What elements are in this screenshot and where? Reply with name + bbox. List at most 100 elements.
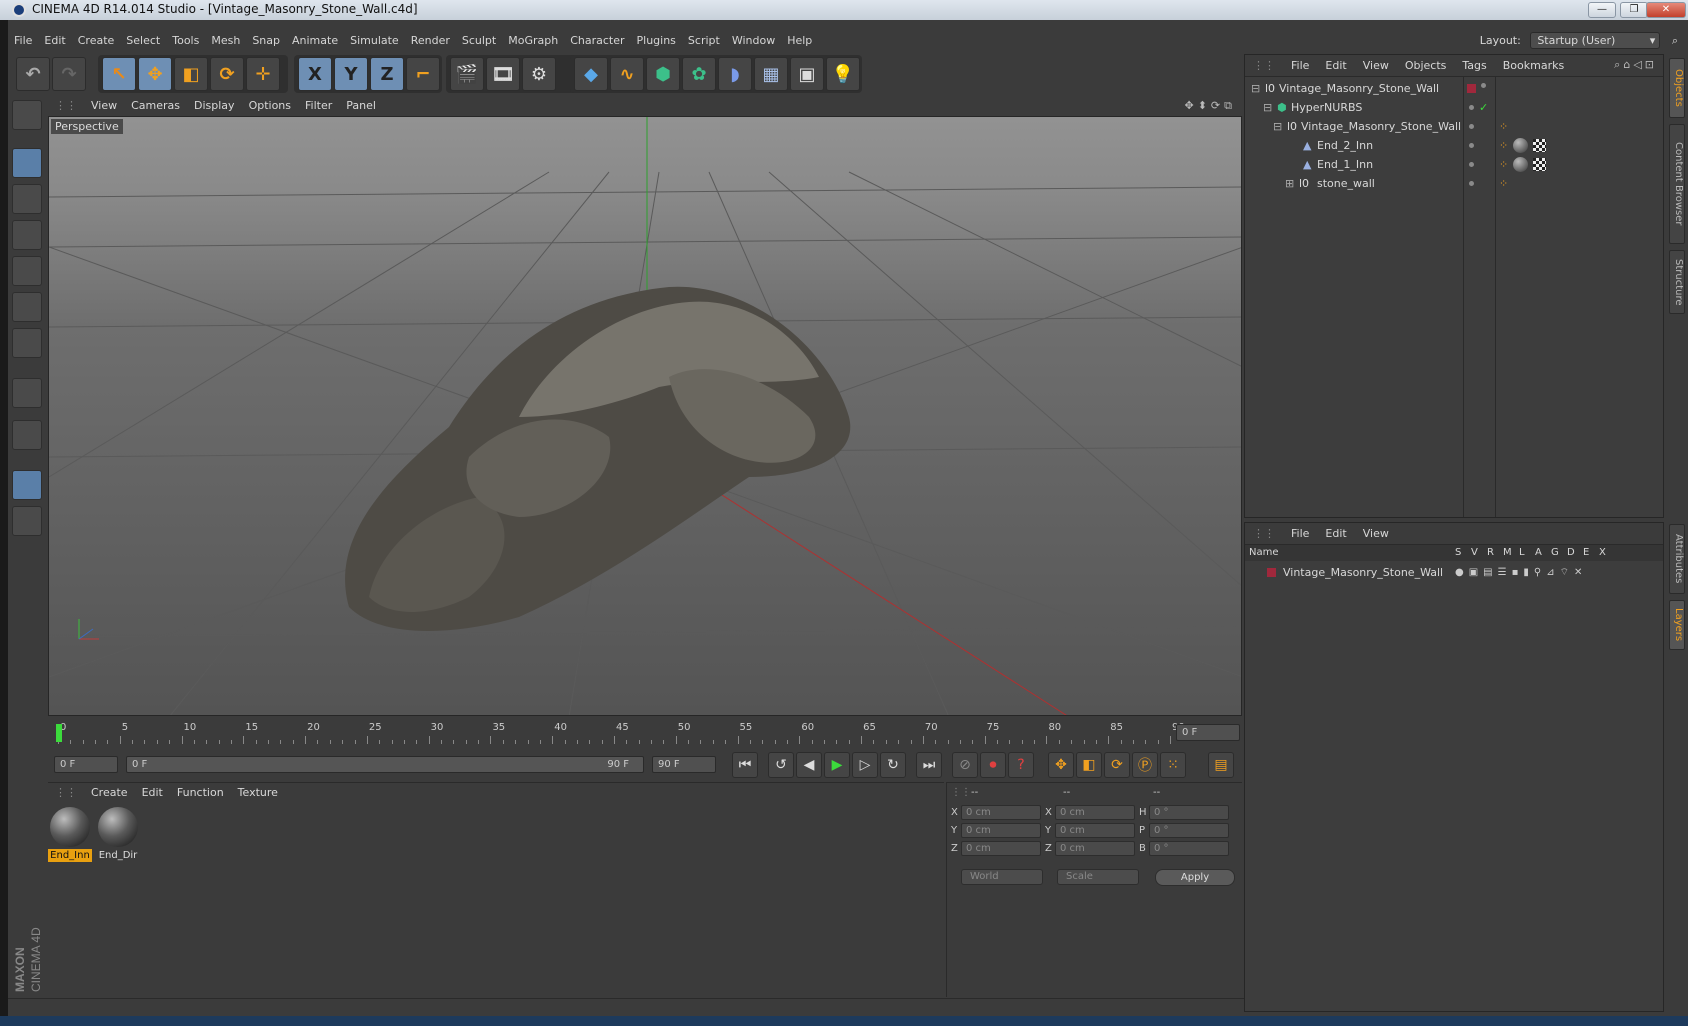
objects-menu-bookmarks[interactable]: Bookmarks [1495,55,1572,77]
layers-menu-view[interactable]: View [1355,523,1397,545]
record-keys-icon[interactable]: ⊘ [952,752,978,778]
timeline[interactable]: 051015202530354045505560657075808590 0 F [48,720,1242,746]
material-tag-icon[interactable] [1513,157,1528,172]
tab-attributes[interactable]: Attributes [1669,524,1685,594]
next-frame-icon[interactable]: ▷ [852,752,878,778]
editor-visibility-dot[interactable] [1469,181,1474,186]
frame-range-slider[interactable]: 0 F 90 F [126,756,644,773]
array-icon[interactable]: ✿ [682,57,716,91]
objects-menu-file[interactable]: File [1283,55,1317,77]
object-row[interactable]: ▲ End_1_Inn ⁘ [1245,155,1663,174]
locked-workplane-icon[interactable] [12,506,42,536]
key-pla-icon[interactable]: ⁙ [1160,752,1186,778]
restore-button[interactable]: ❐ [1620,2,1648,18]
objects-menu-view[interactable]: View [1355,55,1397,77]
playhead-marker[interactable] [56,724,62,742]
phong-tag-icon[interactable]: ⁘ [1499,136,1508,155]
expand-toggle-icon[interactable]: ⊟ [1263,98,1272,117]
menu-edit[interactable]: Edit [38,30,71,52]
redo-icon[interactable]: ↷ [52,57,86,91]
timeline-ruler[interactable]: 051015202530354045505560657075808590 [56,722,1185,744]
uvw-tag-icon[interactable] [1533,139,1546,152]
expand-toggle-icon[interactable]: ⊟ [1251,79,1260,98]
editor-visibility-dot[interactable] [1469,124,1474,129]
go-to-start-icon[interactable]: ⏮ [732,752,758,778]
go-to-end-icon[interactable]: ⏭ [916,752,942,778]
render-picture-viewer-icon[interactable]: 🎞 [486,57,520,91]
object-row[interactable]: ⊞ ⅼ0 stone_wall ⁘ [1245,174,1663,193]
key-parameter-icon[interactable]: Ⓟ [1132,752,1158,778]
material-menu-texture[interactable]: Texture [231,783,285,803]
menu-help[interactable]: Help [781,30,818,52]
light-icon[interactable]: 💡 [826,57,860,91]
menu-render[interactable]: Render [405,30,456,52]
viewport-menu-filter[interactable]: Filter [298,96,339,116]
deformer-icon[interactable]: ◗ [718,57,752,91]
key-scale-icon[interactable]: ◧ [1076,752,1102,778]
key-position-icon[interactable]: ✥ [1048,752,1074,778]
layer-row[interactable]: Vintage_Masonry_Stone_Wall ●▣▤☰▪▮⚲⊿⌔✕ [1245,563,1663,582]
menu-sculpt[interactable]: Sculpt [456,30,502,52]
menu-window[interactable]: Window [726,30,781,52]
tab-content-browser[interactable]: Content Browser [1669,124,1685,244]
objects-menu-tags[interactable]: Tags [1454,55,1494,77]
material-swatch-end-inn[interactable]: End_Inn [48,807,92,863]
render-view-icon[interactable]: 🎬 [450,57,484,91]
move-icon[interactable]: ✥ [138,57,172,91]
menu-animate[interactable]: Animate [286,30,344,52]
viewport-menu-view[interactable]: View [84,96,124,116]
tab-structure[interactable]: Structure [1669,250,1685,314]
texture-mode-icon[interactable] [12,184,42,214]
search-icon[interactable]: ⌕ [1672,34,1678,47]
snap-workplane-icon[interactable] [12,470,42,500]
layers-menu-edit[interactable]: Edit [1317,523,1354,545]
play-icon[interactable]: ▶ [824,752,850,778]
phong-tag-icon[interactable]: ⁘ [1499,155,1508,174]
timeline-window-icon[interactable]: ▤ [1208,752,1234,778]
perspective-viewport[interactable]: Perspective [48,116,1242,716]
objects-menu-edit[interactable]: Edit [1317,55,1354,77]
uvw-tag-icon[interactable] [1533,158,1546,171]
autokeying-icon[interactable]: ⏺ [980,752,1006,778]
coordinate-space-dropdown[interactable]: World [961,869,1043,885]
object-row[interactable]: ⊟ ⅼ0 Vintage_Masonry_Stone_Wall ⁘ [1245,117,1663,136]
viewport-nav-icons[interactable]: ✥⬍⟳⧉ [1184,99,1236,113]
material-swatch-end-dir[interactable]: End_Dir [96,807,140,863]
layer-color-swatch[interactable] [1467,84,1476,93]
points-mode-icon[interactable] [12,256,42,286]
next-key-icon[interactable]: ↻ [880,752,906,778]
undo-icon[interactable]: ↶ [16,57,50,91]
workplane-mode-icon[interactable] [12,220,42,250]
size-x-field[interactable]: 0 cm [1055,805,1135,820]
magnet-icon[interactable] [12,420,42,450]
objects-menu-objects[interactable]: Objects [1397,55,1455,77]
previous-key-icon[interactable]: ↺ [768,752,794,778]
size-mode-dropdown[interactable]: Scale [1057,869,1139,885]
expand-toggle-icon[interactable]: ⊟ [1273,117,1282,136]
spline-icon[interactable]: ∿ [610,57,644,91]
viewport-menu-cameras[interactable]: Cameras [124,96,187,116]
edges-mode-icon[interactable] [12,292,42,322]
enabled-check-icon[interactable]: ✓ [1479,98,1488,117]
key-rotation-icon[interactable]: ⟳ [1104,752,1130,778]
objects-nav-icons[interactable]: ⌕⌂◁⊡ [1614,58,1657,72]
tab-layers[interactable]: Layers [1669,600,1685,650]
object-row[interactable]: ⊟ ⅼ0 Vintage_Masonry_Stone_Wall [1245,79,1663,98]
rotate-icon[interactable]: ⟳ [210,57,244,91]
material-menu-create[interactable]: Create [84,783,135,803]
editor-visibility-dot[interactable] [1469,105,1474,110]
viewport-camera-label[interactable]: Perspective [51,119,123,134]
menu-select[interactable]: Select [120,30,166,52]
y-axis-lock-icon[interactable]: Y [334,57,368,91]
material-menu-function[interactable]: Function [170,783,231,803]
menu-snap[interactable]: Snap [246,30,286,52]
rot-h-field[interactable]: 0 ° [1149,805,1229,820]
camera-icon[interactable]: ▣ [790,57,824,91]
menu-tools[interactable]: Tools [166,30,205,52]
expand-toggle-icon[interactable]: ⊞ [1285,174,1294,193]
layer-color-swatch[interactable] [1267,568,1276,577]
editor-visibility-dot[interactable] [1469,143,1474,148]
polygons-mode-icon[interactable] [12,328,42,358]
stone-wall-model[interactable] [345,286,851,631]
live-selection-icon[interactable]: ↖ [102,57,136,91]
